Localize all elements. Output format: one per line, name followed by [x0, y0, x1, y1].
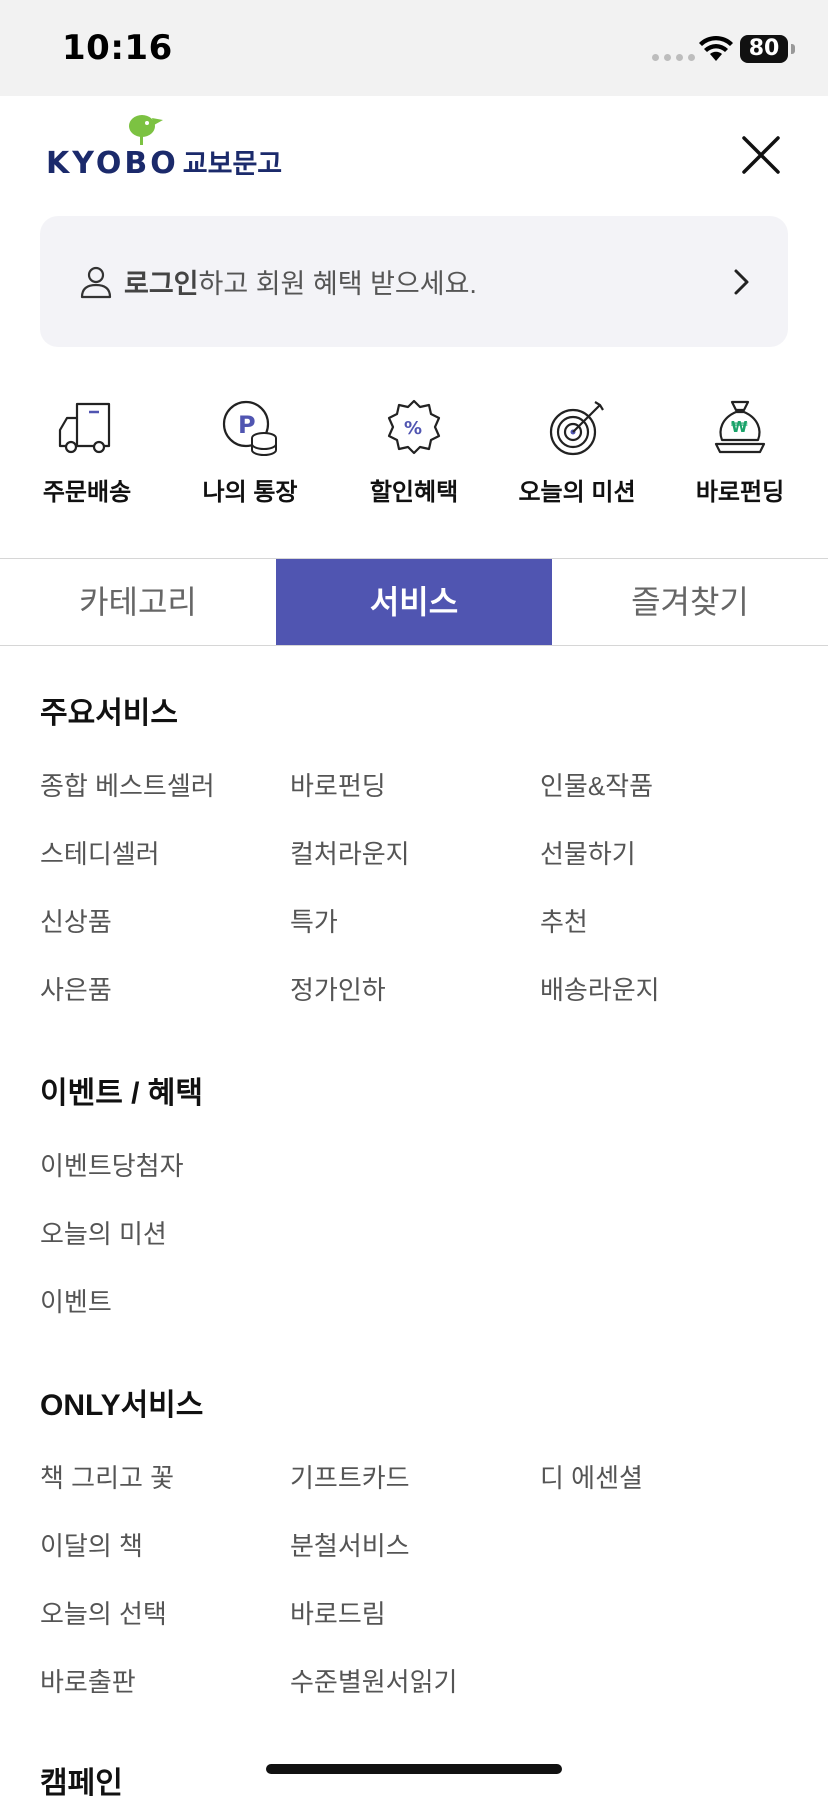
quick-item-order-delivery[interactable]: 주문배송	[5, 392, 169, 512]
menu-link[interactable]: 이벤트당첨자	[40, 1146, 184, 1183]
menu-link[interactable]: 수준별원서읽기	[290, 1662, 457, 1699]
kyobo-logo[interactable]: KYOBO 교보문고	[46, 112, 282, 182]
menu-link[interactable]: 컬처라운지	[290, 834, 410, 871]
quick-menu: 주문배송 P 나의 통장 % 할인혜택 오늘의 미션 ₩ 바로펀딩	[0, 392, 828, 512]
logo-text-kr: 교보문고	[182, 149, 283, 180]
menu-link[interactable]: 신상품	[40, 902, 112, 939]
svg-text:%: %	[404, 418, 422, 439]
menu-link[interactable]: 바로드림	[290, 1594, 386, 1631]
menu-link[interactable]: 특가	[290, 902, 338, 939]
point-coins-icon: P	[222, 400, 277, 456]
discount-badge-icon: %	[387, 399, 441, 455]
battery-icon: 80	[740, 35, 788, 63]
section-title-events: 이벤트 / 혜택	[40, 1077, 204, 1110]
quick-item-today-mission[interactable]: 오늘의 미션	[495, 392, 659, 512]
menu-link[interactable]: 이달의 책	[40, 1526, 143, 1563]
quick-item-label: 주문배송	[42, 479, 132, 506]
section-title-only-services: ONLY서비스	[40, 1389, 204, 1422]
login-prompt: 로그인하고 회원 혜택 받으세요.	[124, 262, 477, 301]
menu-link[interactable]: 오늘의 선택	[40, 1594, 167, 1631]
menu-link[interactable]: 디 에센셜	[540, 1458, 643, 1495]
section-title-main-services: 주요서비스	[40, 697, 178, 730]
menu-link[interactable]: 이벤트	[40, 1282, 112, 1319]
section-title-campaign: 캠페인	[40, 1767, 123, 1800]
quick-item-my-account[interactable]: P 나의 통장	[168, 392, 332, 512]
menu-link[interactable]: 종합 베스트셀러	[40, 766, 215, 803]
menu-link[interactable]: 바로펀딩	[290, 766, 386, 803]
home-indicator	[266, 1764, 562, 1774]
battery-tip	[791, 44, 795, 54]
menu-link[interactable]: 책 그리고 꽃	[40, 1458, 174, 1495]
quick-item-discount[interactable]: % 할인혜택	[332, 392, 496, 512]
menu-link[interactable]: 바로출판	[40, 1662, 136, 1699]
logo-text: KYOBO 교보문고	[46, 142, 282, 181]
delivery-truck-icon	[58, 402, 111, 454]
menu-link[interactable]: 인물&작품	[540, 766, 653, 803]
login-prompt-bold: 로그인	[124, 269, 199, 299]
close-button[interactable]	[736, 130, 786, 180]
menu-link[interactable]: 정가인하	[290, 970, 386, 1007]
menu-link[interactable]: 배송라운지	[540, 970, 660, 1007]
chevron-right-icon	[734, 269, 749, 295]
cellular-signal-icon	[652, 54, 695, 61]
menu-link[interactable]: 기프트카드	[290, 1458, 410, 1495]
money-bag-icon: ₩	[714, 400, 766, 454]
menu-link[interactable]: 오늘의 미션	[40, 1214, 167, 1251]
menu-tabs: 카테고리 서비스 즐겨찾기	[0, 558, 828, 646]
user-icon	[80, 266, 112, 299]
logo-bird-icon	[129, 115, 163, 145]
menu-link[interactable]: 스테디셀러	[40, 834, 160, 871]
tab-category[interactable]: 카테고리	[0, 559, 276, 645]
login-banner[interactable]: 로그인하고 회원 혜택 받으세요.	[40, 216, 788, 347]
tab-favorites[interactable]: 즐겨찾기	[552, 559, 828, 645]
wifi-icon	[699, 35, 733, 61]
logo-text-en: KYOBO	[46, 146, 179, 181]
quick-item-label: 오늘의 미션	[518, 479, 636, 506]
quick-item-label: 바로펀딩	[695, 479, 785, 506]
menu-link[interactable]: 추천	[540, 902, 588, 939]
quick-item-label: 할인혜택	[369, 479, 459, 506]
status-bar: 10:16 80	[0, 0, 828, 96]
login-prompt-rest: 하고 회원 혜택 받으세요.	[198, 269, 477, 299]
svg-text:₩: ₩	[731, 418, 748, 436]
target-icon	[549, 401, 604, 456]
quick-item-baro-funding[interactable]: ₩ 바로펀딩	[658, 392, 822, 512]
menu-link[interactable]: 사은품	[40, 970, 112, 1007]
quick-item-label: 나의 통장	[202, 479, 298, 506]
menu-link[interactable]: 분철서비스	[290, 1526, 410, 1563]
menu-link[interactable]: 선물하기	[540, 834, 636, 871]
tab-service[interactable]: 서비스	[276, 559, 552, 645]
status-time: 10:16	[62, 28, 173, 68]
